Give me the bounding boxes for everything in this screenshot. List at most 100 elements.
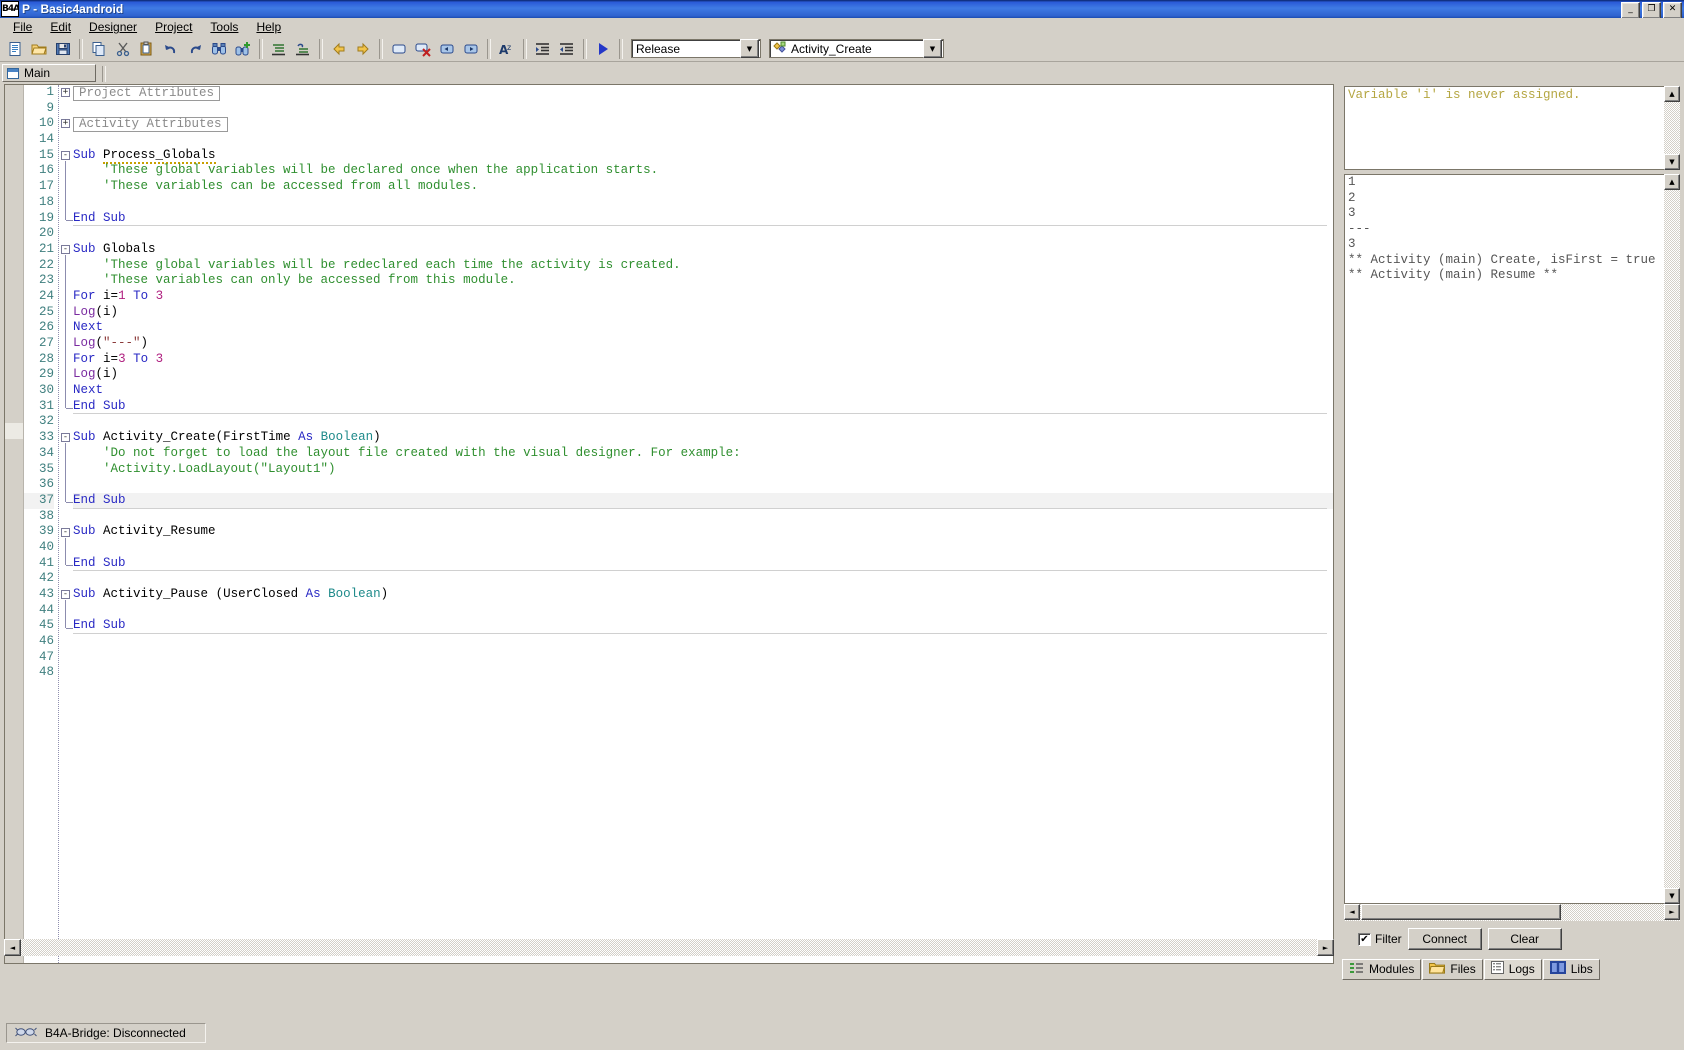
- code-line[interactable]: End Sub: [73, 618, 1333, 635]
- fold-expand-icon[interactable]: +: [61, 119, 70, 129]
- tab-files[interactable]: Files: [1422, 958, 1483, 980]
- scroll-right-button[interactable]: ►: [1317, 939, 1334, 956]
- tab-modules[interactable]: Modules: [1342, 958, 1422, 980]
- warnings-scroll-down-button[interactable]: ▼: [1664, 154, 1680, 170]
- chevron-down-icon[interactable]: ▼: [740, 39, 759, 58]
- code-line[interactable]: Sub Activity_Pause (UserClosed As Boolea…: [73, 587, 1333, 603]
- code-line[interactable]: 'These global variables will be declared…: [73, 163, 1333, 179]
- editor-code-area[interactable]: Project Attributes Activity Attributes Sub…: [73, 85, 1333, 963]
- code-line[interactable]: 'These variables can only be accessed fr…: [73, 273, 1333, 289]
- code-line[interactable]: [73, 665, 1333, 681]
- editor-horizontal-scrollbar[interactable]: ◄ ►: [4, 939, 1334, 956]
- code-line[interactable]: End Sub: [73, 492, 1333, 509]
- navigate-forward-icon[interactable]: [351, 38, 374, 60]
- cut-scissors-icon[interactable]: [111, 38, 134, 60]
- code-line[interactable]: Activity Attributes: [73, 116, 1333, 133]
- editor-bookmark-gutter[interactable]: [5, 85, 24, 963]
- menu-tools[interactable]: Tools: [201, 19, 247, 35]
- code-line[interactable]: Project Attributes: [73, 85, 1333, 101]
- scroll-left-button[interactable]: ◄: [4, 939, 21, 956]
- new-file-icon[interactable]: [3, 38, 26, 60]
- code-line[interactable]: Sub Activity_Create(FirstTime As Boolean…: [73, 430, 1333, 446]
- close-button[interactable]: ✕: [1663, 2, 1682, 19]
- code-line[interactable]: 'These global variables will be redeclar…: [73, 258, 1333, 274]
- code-line[interactable]: End Sub: [73, 399, 1333, 415]
- menu-file[interactable]: File: [4, 19, 41, 35]
- code-line[interactable]: Sub Globals: [73, 242, 1333, 258]
- fold-collapse-icon[interactable]: -: [61, 150, 70, 160]
- code-line[interactable]: [73, 414, 1333, 430]
- filter-checkbox-wrap[interactable]: ✔ Filter: [1358, 932, 1402, 946]
- logs-scroll-right-button[interactable]: ►: [1664, 904, 1680, 920]
- code-line[interactable]: [73, 650, 1333, 666]
- filter-checkbox[interactable]: ✔: [1358, 932, 1371, 946]
- code-line[interactable]: 'These variables can be accessed from al…: [73, 179, 1333, 195]
- restore-button[interactable]: ❐: [1642, 2, 1661, 19]
- fold-collapse-icon[interactable]: -: [61, 433, 70, 443]
- code-line[interactable]: End Sub: [73, 556, 1333, 572]
- build-mode-select[interactable]: Release ▼: [631, 39, 761, 58]
- open-folder-icon[interactable]: [27, 38, 50, 60]
- code-line[interactable]: [73, 571, 1333, 587]
- code-line[interactable]: For i=1 To 3: [73, 289, 1333, 305]
- menu-help[interactable]: Help: [247, 19, 290, 35]
- outdent-icon[interactable]: [555, 38, 578, 60]
- code-line[interactable]: Log(i): [73, 367, 1333, 383]
- code-line[interactable]: Log(i): [73, 305, 1333, 321]
- logs-output[interactable]: 1 2 3 --- 3 ** Activity (main) Create, isFirs…: [1344, 174, 1680, 904]
- tab-libs[interactable]: Libs: [1542, 958, 1600, 980]
- warning-item[interactable]: Variable 'i' is never assigned.: [1345, 87, 1679, 103]
- menu-edit[interactable]: Edit: [41, 19, 80, 35]
- code-line[interactable]: Next: [73, 383, 1333, 399]
- code-line[interactable]: [73, 634, 1333, 650]
- attributes-region[interactable]: Project Attributes: [73, 86, 221, 101]
- uncomment-block-icon[interactable]: [291, 38, 314, 60]
- bookmark-prev-icon[interactable]: [435, 38, 458, 60]
- sub-select[interactable]: Activity_Create ▼: [769, 39, 944, 58]
- code-line[interactable]: [73, 226, 1333, 242]
- logs-scroll-up-button[interactable]: ▲: [1664, 174, 1680, 190]
- logs-scroll-down-button[interactable]: ▼: [1664, 888, 1680, 904]
- editor-fold-gutter[interactable]: + + - - - - -: [58, 85, 73, 963]
- code-line[interactable]: End Sub: [73, 211, 1333, 227]
- paste-icon[interactable]: [135, 38, 158, 60]
- tab-logs[interactable]: Logs: [1483, 958, 1542, 980]
- chevron-down-icon-2[interactable]: ▼: [923, 39, 942, 58]
- minimize-button[interactable]: _: [1621, 2, 1640, 19]
- fold-collapse-icon[interactable]: -: [61, 245, 70, 254]
- logs-scroll-left-button[interactable]: ◄: [1344, 904, 1360, 920]
- code-line[interactable]: [73, 509, 1333, 525]
- code-line[interactable]: Next: [73, 320, 1333, 336]
- module-tab-main[interactable]: Main: [2, 64, 96, 82]
- code-line[interactable]: Log("---"): [73, 336, 1333, 352]
- indent-icon[interactable]: [531, 38, 554, 60]
- bookmark-next-icon[interactable]: [459, 38, 482, 60]
- code-line[interactable]: [73, 477, 1333, 493]
- code-line[interactable]: Sub Activity_Resume: [73, 524, 1333, 540]
- code-line[interactable]: 'Do not forget to load the layout file c…: [73, 446, 1333, 462]
- clear-button[interactable]: Clear: [1487, 928, 1562, 950]
- add-bookmark-icon[interactable]: [387, 38, 410, 60]
- undo-icon[interactable]: [159, 38, 182, 60]
- fold-collapse-icon[interactable]: -: [61, 590, 70, 600]
- b4a-bridge-status[interactable]: B4A-Bridge: Disconnected: [6, 1023, 206, 1043]
- code-line[interactable]: [73, 195, 1333, 211]
- warnings-vertical-scrollbar[interactable]: ▲ ▼: [1664, 86, 1680, 170]
- code-line[interactable]: [73, 540, 1333, 556]
- font-size-icon[interactable]: Az: [495, 38, 518, 60]
- clear-bookmarks-icon[interactable]: [411, 38, 434, 60]
- redo-icon[interactable]: [183, 38, 206, 60]
- code-line[interactable]: For i=3 To 3: [73, 352, 1333, 368]
- code-editor[interactable]: 1 9 10 14 15 16 17 18 19 20 21 22 23 24 25 26 27 28 29 30 31…: [4, 84, 1334, 964]
- navigate-back-icon[interactable]: [327, 38, 350, 60]
- menu-project[interactable]: Project: [146, 19, 201, 35]
- code-line[interactable]: [73, 132, 1333, 148]
- find-next-binoculars-icon[interactable]: [231, 38, 254, 60]
- code-line[interactable]: [73, 101, 1333, 117]
- warnings-list[interactable]: Variable 'i' is never assigned.: [1344, 86, 1680, 170]
- connect-button[interactable]: Connect: [1407, 928, 1482, 950]
- copy-icon[interactable]: [87, 38, 110, 60]
- run-icon[interactable]: [591, 38, 614, 60]
- logs-horizontal-scrollbar[interactable]: ◄ ►: [1344, 904, 1680, 921]
- find-binoculars-icon[interactable]: [207, 38, 230, 60]
